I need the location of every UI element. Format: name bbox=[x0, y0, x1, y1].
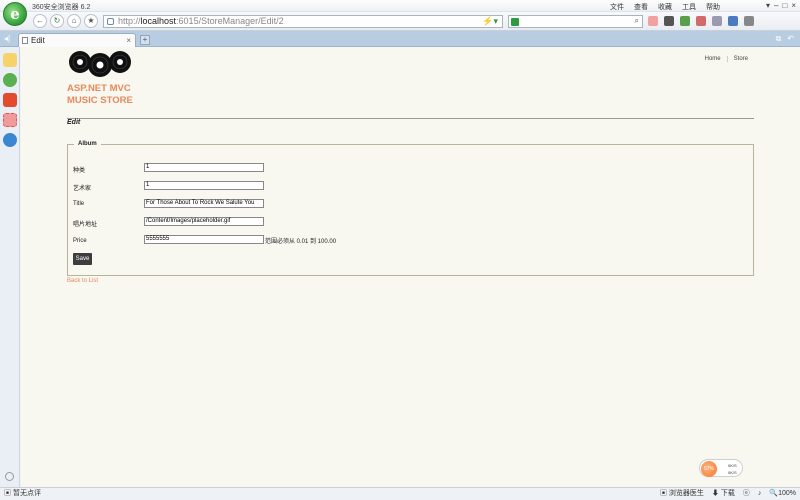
review-icon: ▣ bbox=[4, 490, 11, 497]
download-button[interactable]: ⬇ 下载 bbox=[712, 488, 735, 500]
nav-store-link[interactable]: Store bbox=[726, 56, 754, 62]
menu-view[interactable]: 查看 bbox=[634, 2, 648, 12]
tab-edit[interactable]: Edit × bbox=[18, 33, 136, 47]
menu-help[interactable]: 帮助 bbox=[706, 2, 720, 12]
status-bar: ▣ 暂无点评 ▣ 浏览器医生 ⬇ 下载 ⓔ ♪ 🔍100% bbox=[0, 487, 800, 500]
window-controls: ▾ – □ × bbox=[766, 1, 796, 10]
search-engine-icon[interactable] bbox=[511, 18, 519, 26]
site-shield-icon bbox=[107, 18, 114, 25]
status-review-text: 暂无点评 bbox=[12, 490, 41, 497]
speed-widget[interactable]: 57% 0K/S 0K/S bbox=[699, 459, 743, 477]
menu-bar: 文件 查看 收藏 工具 帮助 bbox=[610, 2, 720, 12]
translate-icon[interactable] bbox=[664, 16, 674, 26]
menu-file[interactable]: 文件 bbox=[610, 2, 624, 12]
price-label: Price bbox=[73, 238, 87, 244]
album-art-url-input[interactable]: /Content/Images/placeholder.gif bbox=[144, 217, 264, 226]
apps-grid-icon[interactable] bbox=[648, 16, 658, 26]
brand-line-2: MUSIC STORE bbox=[67, 95, 133, 106]
site-nav: Home Store bbox=[699, 56, 754, 62]
sidebar-toggle-icon[interactable]: ◂| bbox=[4, 34, 10, 43]
tools-icon[interactable] bbox=[728, 16, 738, 26]
zoom-control[interactable]: 🔍100% bbox=[769, 488, 796, 500]
artist-label: 艺术家 bbox=[73, 186, 92, 192]
url-prefix: http:// bbox=[118, 16, 141, 26]
history-clock-icon[interactable] bbox=[3, 73, 17, 87]
search-icon[interactable]: ⌕ bbox=[635, 16, 639, 26]
back-to-list-link[interactable]: Back to List bbox=[67, 278, 98, 284]
album-fieldset: Album 种类 1 艺术家 1 Title For Those About T… bbox=[67, 141, 754, 276]
security-icon[interactable] bbox=[680, 16, 690, 26]
sidebar bbox=[0, 47, 20, 487]
screenshot-icon[interactable] bbox=[712, 16, 722, 26]
page-icon bbox=[22, 37, 28, 44]
upload-rate: 0K/S bbox=[728, 463, 737, 468]
web-page: ASP.NET MVC MUSIC STORE Home Store Edit … bbox=[21, 47, 800, 487]
tab-list-icon[interactable]: ⧉ bbox=[776, 34, 782, 44]
skin-icon[interactable]: ▾ bbox=[766, 1, 770, 10]
download-rate: 0K/S bbox=[728, 470, 737, 475]
header-divider bbox=[67, 118, 754, 119]
album-art-url-label: 唱片地址 bbox=[73, 222, 98, 228]
genre-input[interactable]: 1 bbox=[144, 163, 264, 172]
title-label: Title bbox=[73, 201, 85, 207]
save-button[interactable]: Save bbox=[73, 253, 92, 265]
close-tab-icon[interactable]: × bbox=[126, 34, 131, 47]
undo-close-icon[interactable]: ↶ bbox=[787, 34, 794, 44]
toolbar-icons bbox=[648, 16, 754, 26]
page-title: Edit bbox=[67, 119, 81, 126]
app-title: 360安全浏览器 6.2 bbox=[32, 4, 91, 11]
genre-label: 种类 bbox=[73, 168, 86, 174]
more-icon[interactable] bbox=[744, 16, 754, 26]
screenshot-tool-icon[interactable] bbox=[3, 113, 17, 127]
status-right: ▣ 浏览器医生 ⬇ 下载 ⓔ ♪ 🔍100% bbox=[660, 488, 796, 500]
browser-doctor-label: 浏览器医生 bbox=[668, 490, 704, 497]
brand-title[interactable]: ASP.NET MVC MUSIC STORE bbox=[67, 83, 133, 107]
weibo-icon[interactable] bbox=[3, 93, 17, 107]
tab-bar-actions: ⧉ ↶ bbox=[776, 34, 794, 44]
browser-doctor-button[interactable]: ▣ 浏览器医生 bbox=[660, 488, 704, 500]
favorite-star-button[interactable]: ★ bbox=[84, 14, 98, 28]
title-input[interactable]: For Those About To Rock We Salute You bbox=[144, 199, 264, 208]
close-button[interactable]: × bbox=[791, 1, 796, 10]
favorites-star-icon[interactable] bbox=[3, 53, 17, 67]
ie-mode-icon[interactable]: ⓔ bbox=[743, 488, 750, 500]
browser-logo-icon[interactable]: e bbox=[3, 2, 27, 26]
status-review[interactable]: ▣ 暂无点评 bbox=[4, 488, 41, 500]
nav-home-link[interactable]: Home bbox=[699, 56, 727, 62]
mail-icon[interactable] bbox=[696, 16, 706, 26]
back-button[interactable]: ← bbox=[33, 14, 47, 28]
menu-tools[interactable]: 工具 bbox=[682, 2, 696, 12]
app-store-icon[interactable] bbox=[3, 133, 17, 147]
maximize-button[interactable]: □ bbox=[782, 1, 787, 10]
download-label: 下载 bbox=[720, 490, 735, 497]
zoom-level: 100% bbox=[778, 490, 796, 497]
new-tab-button[interactable]: + bbox=[140, 35, 150, 45]
speed-percent: 57% bbox=[701, 461, 717, 477]
minimize-button[interactable]: – bbox=[774, 1, 778, 10]
brand-line-1: ASP.NET MVC bbox=[67, 83, 131, 94]
music-store-logo bbox=[69, 51, 131, 77]
url-path: :6015/StoreManager/Edit/2 bbox=[176, 16, 284, 26]
price-validation-message: 范围必须从 0.01 到 100.00 bbox=[265, 239, 337, 245]
price-input[interactable]: 5555555 bbox=[144, 235, 264, 244]
menu-favorites[interactable]: 收藏 bbox=[658, 2, 672, 12]
search-input[interactable]: ⌕ bbox=[508, 15, 643, 28]
tab-title: Edit bbox=[31, 36, 45, 45]
address-bar[interactable]: http://localhost:6015/StoreManager/Edit/… bbox=[103, 15, 503, 28]
home-button[interactable]: ⌂ bbox=[67, 14, 81, 28]
refresh-button[interactable]: ↻ bbox=[50, 14, 64, 28]
settings-gear-icon[interactable] bbox=[5, 472, 14, 481]
navigation-bar: ← ↻ ⌂ ★ http://localhost:6015/StoreManag… bbox=[0, 12, 800, 31]
tab-bar: ◂| Edit × + ⧉ ↶ bbox=[0, 31, 800, 47]
url-host: localhost bbox=[140, 16, 177, 26]
speed-mode-icon[interactable]: ⚡▾ bbox=[482, 16, 498, 27]
volume-icon[interactable]: ♪ bbox=[758, 488, 762, 500]
fieldset-legend: Album bbox=[74, 141, 101, 147]
title-bar: 360安全浏览器 6.2 文件 查看 收藏 工具 帮助 ▾ – □ × bbox=[0, 0, 800, 12]
artist-input[interactable]: 1 bbox=[144, 181, 264, 190]
